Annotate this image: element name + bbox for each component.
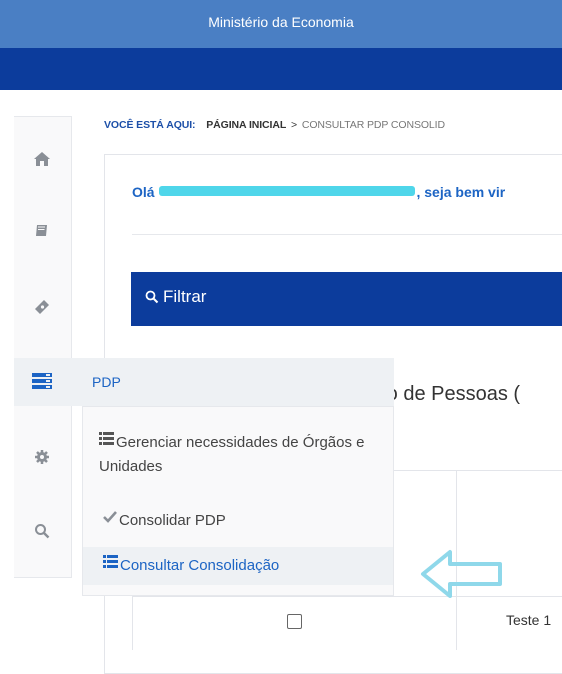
breadcrumb-home-link[interactable]: PÁGINA INICIAL bbox=[206, 119, 286, 131]
submenu-item-gerenciar[interactable]: Gerenciar necessidades de Órgãos e Unida… bbox=[83, 431, 393, 479]
breadcrumb-separator: > bbox=[291, 119, 298, 131]
greeting-prefix: Olá bbox=[132, 184, 155, 200]
navigation-bar bbox=[0, 48, 562, 90]
filter-panel-toggle[interactable]: Filtrar bbox=[131, 272, 562, 326]
ministry-title: Ministério da Economia bbox=[208, 14, 354, 30]
greeting: Olá , seja bem vir bbox=[132, 184, 505, 200]
greeting-suffix: , seja bem vir bbox=[416, 184, 506, 200]
divider bbox=[132, 234, 562, 235]
server-icon bbox=[32, 372, 52, 395]
list-icon bbox=[99, 429, 114, 453]
submenu-item-consultar[interactable]: Consultar Consolidação bbox=[83, 547, 393, 585]
book-icon[interactable] bbox=[30, 219, 54, 243]
submenu-label: Consultar Consolidação bbox=[120, 557, 280, 574]
search-icon[interactable] bbox=[30, 519, 54, 543]
submenu-label: Consolidar PDP bbox=[119, 512, 226, 529]
home-icon[interactable] bbox=[30, 147, 54, 171]
breadcrumb: VOCÊ ESTÁ AQUI: PÁGINA INICIAL > CONSULT… bbox=[104, 119, 445, 131]
ticket-icon[interactable] bbox=[30, 295, 54, 319]
menu-title: PDP bbox=[92, 374, 121, 390]
check-icon bbox=[103, 507, 117, 531]
search-icon bbox=[145, 290, 159, 309]
submenu-label: Gerenciar necessidades de Órgãos e Unida… bbox=[99, 434, 365, 476]
breadcrumb-current: CONSULTAR PDP CONSOLID bbox=[301, 119, 445, 131]
submenu-item-consolidar[interactable]: Consolidar PDP bbox=[83, 509, 393, 533]
sidebar bbox=[14, 116, 72, 578]
top-header-bar: Ministério da Economia bbox=[0, 0, 562, 48]
row-checkbox[interactable] bbox=[287, 614, 302, 629]
table-cell: Teste 1 bbox=[506, 612, 552, 628]
annotation-arrow-icon bbox=[421, 550, 502, 598]
breadcrumb-label: VOCÊ ESTÁ AQUI: bbox=[104, 119, 196, 131]
redacted-username bbox=[159, 186, 416, 197]
list-icon bbox=[103, 545, 118, 583]
menu-item-pdp[interactable]: PDP bbox=[14, 358, 394, 406]
pdp-submenu: Gerenciar necessidades de Órgãos e Unida… bbox=[82, 406, 394, 596]
gear-icon[interactable] bbox=[30, 445, 54, 469]
filter-label: Filtrar bbox=[163, 287, 207, 306]
